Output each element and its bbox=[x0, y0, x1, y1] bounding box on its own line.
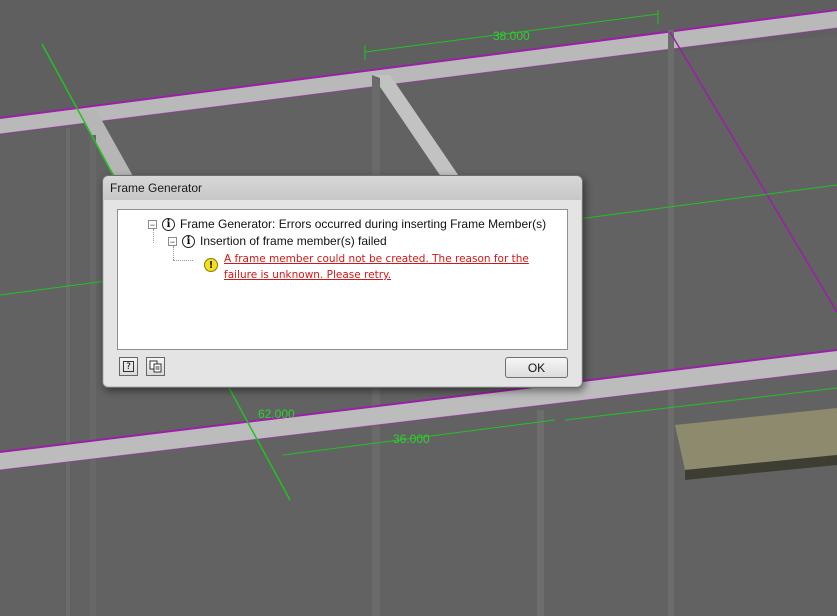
dialog-title: Frame Generator bbox=[110, 181, 203, 195]
copy-button[interactable] bbox=[146, 357, 165, 376]
help-button[interactable]: ? bbox=[119, 357, 138, 376]
dialog-titlebar[interactable]: Frame Generator bbox=[103, 176, 582, 200]
tree-child-label: Insertion of frame member(s) failed bbox=[200, 234, 387, 248]
copy-icon bbox=[149, 360, 162, 373]
dimension-top: 38.000 bbox=[493, 29, 530, 43]
frame-generator-dialog: Frame Generator − i Frame Generator: Err… bbox=[102, 175, 583, 388]
dimension-left: 62.000 bbox=[258, 407, 295, 421]
collapse-icon[interactable]: − bbox=[168, 236, 177, 246]
info-icon: i bbox=[162, 217, 175, 231]
ok-button[interactable]: OK bbox=[505, 357, 568, 378]
collapse-icon[interactable]: − bbox=[148, 219, 157, 229]
help-icon: ? bbox=[123, 361, 134, 372]
dimension-middle: 36.000 bbox=[393, 432, 430, 446]
tree-row-root[interactable]: − i Frame Generator: Errors occurred dur… bbox=[148, 217, 546, 231]
message-tree[interactable]: − i Frame Generator: Errors occurred dur… bbox=[117, 209, 568, 350]
warning-icon: ! bbox=[204, 258, 218, 272]
tree-root-label: Frame Generator: Errors occurred during … bbox=[180, 217, 547, 231]
error-message-link[interactable]: A frame member could not be created. The… bbox=[224, 251, 559, 283]
info-icon: i bbox=[182, 234, 195, 248]
tree-row-child[interactable]: − i Insertion of frame member(s) failed bbox=[168, 234, 387, 248]
